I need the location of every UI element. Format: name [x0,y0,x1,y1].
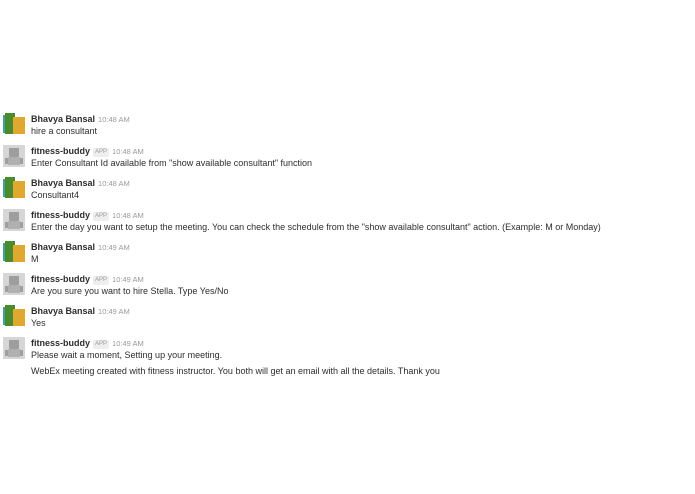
message-item: fitness-buddy APP 10:49 AM Please wait a m… [0,333,695,381]
message-timestamp[interactable]: 10:49 AM [98,307,130,316]
app-badge: APP [93,340,110,349]
author-name[interactable]: fitness-buddy [31,338,90,348]
message-text: Consultant4 [31,190,80,200]
message-item: Bhavya Bansal 10:49 AM M [0,237,695,269]
bot-avatar[interactable] [3,337,25,359]
message-timestamp[interactable]: 10:49 AM [112,339,144,348]
user-avatar[interactable] [3,241,25,263]
message-item: fitness-buddy APP 10:48 AM Enter the day y… [0,205,695,237]
author-name[interactable]: fitness-buddy [31,146,90,156]
message-timestamp[interactable]: 10:48 AM [112,147,144,156]
author-name[interactable]: fitness-buddy [31,274,90,284]
message-timestamp[interactable]: 10:48 AM [112,211,144,220]
message-item: Bhavya Bansal 10:49 AM Yes [0,301,695,333]
message-timestamp[interactable]: 10:49 AM [98,243,130,252]
message-text: M [31,254,39,264]
user-avatar[interactable] [3,177,25,199]
message-timestamp[interactable]: 10:48 AM [98,179,130,188]
message-text: Yes [31,318,46,328]
app-badge: APP [93,276,110,285]
message-text: Enter Consultant Id available from "show… [31,158,313,168]
app-badge: APP [93,212,110,221]
message-text: hire a consultant [31,126,98,136]
message-text: Enter the day you want to setup the meet… [31,222,601,232]
message-item: Bhavya Bansal 10:48 AM hire a consultant [0,109,695,141]
user-avatar[interactable] [3,305,25,327]
message-timestamp[interactable]: 10:48 AM [98,115,130,124]
message-list: Bhavya Bansal 10:48 AM hire a consultant … [0,109,695,381]
author-name[interactable]: Bhavya Bansal [31,178,95,188]
message-text-continuation: WebEx meeting created with fitness instr… [31,366,440,376]
bot-avatar[interactable] [3,273,25,295]
user-avatar[interactable] [3,113,25,135]
author-name[interactable]: fitness-buddy [31,210,90,220]
bot-avatar[interactable] [3,209,25,231]
message-text: Are you sure you want to hire Stella. Ty… [31,286,229,296]
message-item: fitness-buddy APP 10:48 AM Enter Consultan… [0,141,695,173]
message-item: fitness-buddy APP 10:49 AM Are you sure yo… [0,269,695,301]
message-text: Please wait a moment, Setting up your me… [31,350,223,360]
author-name[interactable]: Bhavya Bansal [31,242,95,252]
app-badge: APP [93,148,110,157]
author-name[interactable]: Bhavya Bansal [31,114,95,124]
message-timestamp[interactable]: 10:49 AM [112,275,144,284]
bot-avatar[interactable] [3,145,25,167]
author-name[interactable]: Bhavya Bansal [31,306,95,316]
message-item: Bhavya Bansal 10:48 AM Consultant4 [0,173,695,205]
